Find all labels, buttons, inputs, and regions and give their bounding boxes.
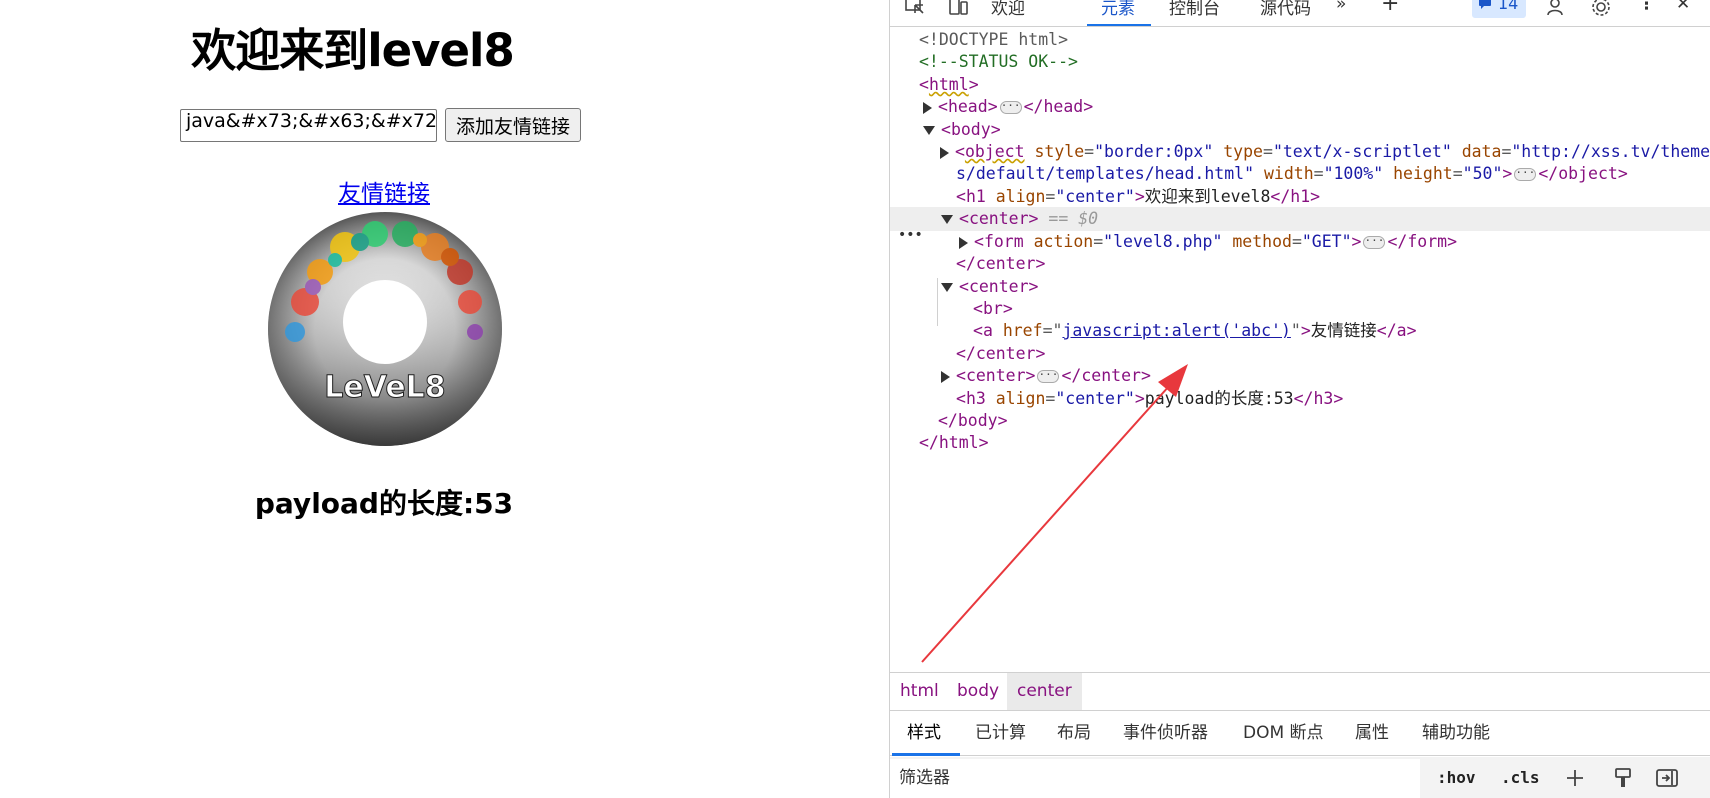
- issues-badge[interactable]: 14: [1472, 0, 1526, 18]
- styles-filter-input[interactable]: 筛选器: [890, 759, 1420, 798]
- dom-center-open-2[interactable]: <center>: [890, 275, 1038, 299]
- tab-layout[interactable]: 布局: [1057, 711, 1091, 755]
- keyword-input[interactable]: java&#x73;&#x63;&#x72;&#x69;&#x70;&#x74;…: [180, 108, 437, 142]
- devtools-toolbar: 欢迎 元素 控制台 源代码 » + 14 ⋮ ✕: [890, 0, 1710, 27]
- inspect-icon[interactable]: [904, 0, 926, 18]
- friend-link[interactable]: 友情链接: [0, 174, 768, 208]
- dom-html-close[interactable]: </html>: [890, 431, 989, 455]
- styles-tab-indicator: [892, 753, 960, 756]
- add-tab-icon[interactable]: +: [1381, 0, 1399, 16]
- dom-center-close-2[interactable]: </center>: [890, 342, 1045, 366]
- expand-triangle-icon[interactable]: [940, 146, 949, 159]
- tab-dom-breakpoints[interactable]: DOM 断点: [1243, 711, 1324, 755]
- tab-event-listeners[interactable]: 事件侦听器: [1123, 711, 1208, 755]
- dom-object-cont[interactable]: s/default/templates/head.html" width="10…: [890, 162, 1628, 186]
- link-form: java&#x73;&#x63;&#x72;&#x69;&#x70;&#x74;…: [180, 108, 582, 142]
- dom-center-selected[interactable]: <center> == $0: [890, 207, 1710, 231]
- more-tabs-icon[interactable]: »: [1336, 0, 1346, 14]
- level8-disc-image: LeVeL8: [268, 212, 502, 446]
- expand-triangle-icon[interactable]: [941, 370, 950, 383]
- tab-sources[interactable]: 源代码: [1260, 0, 1311, 19]
- dom-center-close-1[interactable]: </center>: [890, 252, 1045, 276]
- dom-comment[interactable]: <!--STATUS OK-->: [890, 50, 1078, 74]
- tab-styles[interactable]: 样式: [907, 711, 941, 755]
- dom-br[interactable]: <br>: [890, 297, 1013, 321]
- expand-triangle-icon[interactable]: [923, 101, 932, 114]
- close-icon[interactable]: ✕: [1676, 0, 1690, 14]
- new-style-rule-icon[interactable]: [1563, 766, 1587, 790]
- more-options-icon[interactable]: ⋮: [1638, 0, 1655, 14]
- filter-bar: 筛选器 :hov .cls: [890, 757, 1710, 798]
- dom-object[interactable]: <object style="border:0px" type="text/x-…: [890, 140, 1710, 164]
- indent-guide: [937, 278, 938, 326]
- href-javascript-link[interactable]: javascript:alert('abc'): [1062, 321, 1290, 340]
- dom-form[interactable]: <form action="level8.php" method="GET"> ·…: [890, 230, 1457, 254]
- devtools-panel: 欢迎 元素 控制台 源代码 » + 14 ⋮ ✕ <!DOCTYPE html>…: [889, 0, 1710, 798]
- breadcrumb-body[interactable]: body: [947, 673, 1009, 710]
- payload-length: payload的长度:53: [254, 487, 514, 520]
- tab-computed[interactable]: 已计算: [975, 711, 1026, 755]
- issues-count: 14: [1498, 0, 1519, 13]
- dom-html-open[interactable]: <html>: [890, 73, 979, 97]
- tab-console[interactable]: 控制台: [1169, 0, 1220, 19]
- collapse-triangle-icon[interactable]: [941, 283, 953, 292]
- active-tab-indicator: [1087, 24, 1151, 26]
- collapse-triangle-icon[interactable]: [941, 215, 953, 224]
- collapse-triangle-icon[interactable]: [923, 126, 935, 135]
- tab-welcome[interactable]: 欢迎: [991, 0, 1025, 19]
- row-actions-icon[interactable]: •••: [898, 227, 923, 243]
- page-title: 欢迎来到level8: [191, 24, 515, 77]
- breadcrumb: html body center: [890, 672, 1710, 710]
- dom-h3[interactable]: <h3 align="center">payload的长度:53</h3>: [890, 387, 1343, 411]
- add-link-button[interactable]: 添加友情链接: [445, 108, 582, 142]
- expand-triangle-icon[interactable]: [959, 236, 968, 249]
- dom-tree: <!DOCTYPE html> <!--STATUS OK--> <html> …: [890, 28, 1710, 672]
- dom-body-close[interactable]: </body>: [890, 409, 1008, 433]
- cls-button[interactable]: .cls: [1501, 757, 1540, 798]
- dom-head[interactable]: <head> ··· </head>: [890, 95, 1093, 119]
- breadcrumb-center[interactable]: center: [1007, 673, 1082, 710]
- disc-logo-text: LeVeL8: [324, 370, 445, 405]
- dom-a[interactable]: <a href="javascript:alert('abc')">友情链接</…: [890, 319, 1417, 343]
- tab-properties[interactable]: 属性: [1355, 711, 1389, 755]
- hov-button[interactable]: :hov: [1437, 757, 1476, 798]
- toggle-sidebar-icon[interactable]: [1655, 766, 1679, 790]
- dom-center-3[interactable]: <center> ··· </center>: [890, 364, 1151, 388]
- people-icon[interactable]: [1546, 0, 1568, 18]
- dom-body-open[interactable]: <body>: [890, 118, 1001, 142]
- dom-doctype[interactable]: <!DOCTYPE html>: [890, 28, 1068, 52]
- web-page: 欢迎来到level8 java&#x73;&#x63;&#x72;&#x69;&…: [0, 0, 815, 798]
- breadcrumb-html[interactable]: html: [890, 673, 949, 710]
- styles-tabs: 样式 已计算 布局 事件侦听器 DOM 断点 属性 辅助功能: [890, 710, 1710, 756]
- dom-h1[interactable]: <h1 align="center">欢迎来到level8</h1>: [890, 185, 1320, 209]
- tab-elements[interactable]: 元素: [1101, 0, 1135, 19]
- paint-brush-icon[interactable]: [1611, 766, 1635, 790]
- device-toolbar-icon[interactable]: [948, 0, 970, 18]
- issues-icon: [1479, 0, 1491, 9]
- tab-accessibility[interactable]: 辅助功能: [1422, 711, 1490, 755]
- settings-gear-icon[interactable]: [1590, 0, 1612, 18]
